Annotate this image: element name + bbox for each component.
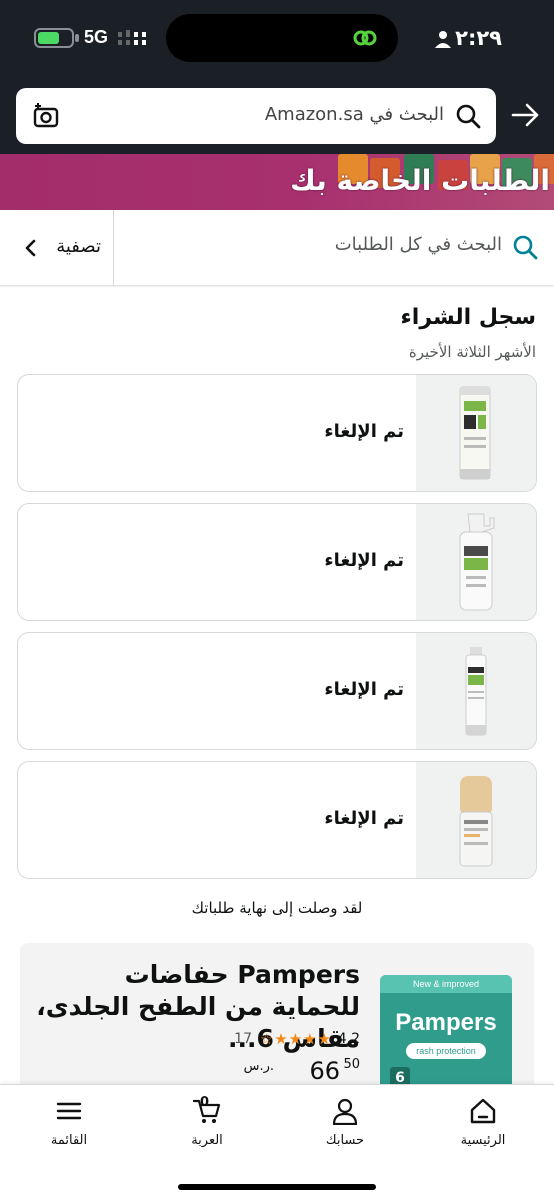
search-bar[interactable]: البحث في Amazon.sa <box>16 88 496 144</box>
orders-banner: الطلبات الخاصة بك <box>0 154 554 210</box>
link-icon <box>353 30 377 46</box>
order-status: تم الإلغاء <box>324 421 404 442</box>
home-icon <box>470 1098 496 1124</box>
product-thumbnail <box>416 633 536 749</box>
orders-filter-bar: تصفية البحث في كل الطلبات <box>0 210 554 286</box>
ad-price: ر.س. 66 50 <box>240 1057 360 1087</box>
signal-icon <box>118 30 146 45</box>
product-thumbnail <box>416 504 536 620</box>
orders-search-placeholder: البحث في كل الطلبات <box>334 234 502 255</box>
chevron-left-icon <box>25 239 36 257</box>
order-card[interactable]: تم الإلغاء <box>17 374 537 492</box>
search-icon <box>513 235 538 260</box>
menu-icon <box>56 1102 82 1120</box>
product-thumbnail <box>416 762 536 878</box>
price-currency: ر.س. <box>243 1059 274 1074</box>
battery-level-fill <box>38 32 59 44</box>
order-card[interactable]: تم الإلغاء <box>17 632 537 750</box>
ad-image-subtitle: rash protection <box>406 1043 486 1059</box>
nav-account[interactable]: حسابك <box>290 1097 400 1167</box>
ad-review-count: 17 <box>234 1031 252 1047</box>
search-input[interactable]: البحث في Amazon.sa <box>265 104 444 125</box>
tube-product-icon <box>459 386 491 480</box>
top-header: البحث في Amazon.sa <box>0 80 554 154</box>
nav-cart[interactable]: 0 العربة <box>152 1095 262 1167</box>
order-status: تم الإلغاء <box>324 808 404 829</box>
end-of-orders-message: لقد وصلت إلى نهاية طلباتك <box>191 899 363 917</box>
ad-product-image[interactable]: New & improved Pampers rash protection 6 <box>380 975 512 1093</box>
orders-content: سجل الشراء الأشهر الثلاثة الأخيرة تم الإ… <box>0 287 554 1093</box>
order-card[interactable]: تم الإلغاء <box>17 503 537 621</box>
foam-bottle-product-icon <box>459 513 495 611</box>
slim-tube-product-icon <box>465 647 487 736</box>
battery-icon <box>34 28 74 48</box>
filter-button[interactable]: تصفية <box>0 210 114 286</box>
nav-cart-label: العربة <box>191 1133 223 1148</box>
filter-label: تصفية <box>56 236 101 257</box>
section-title: سجل الشراء <box>400 305 536 330</box>
ad-image-brand: Pampers <box>395 1009 497 1036</box>
account-icon <box>332 1098 358 1125</box>
ad-rating-value: 4.2 <box>337 1031 360 1047</box>
star-rating-icon: ★★★★☆ <box>259 1030 332 1048</box>
nav-home[interactable]: الرئيسية <box>428 1097 538 1167</box>
status-time: ٢:٢٩ <box>455 26 502 50</box>
banner-title: الطلبات الخاصة بك <box>290 164 550 197</box>
product-thumbnail <box>416 375 536 491</box>
nav-account-label: حسابك <box>325 1133 365 1148</box>
nav-menu[interactable]: القائمة <box>14 1097 124 1167</box>
price-fraction: 50 <box>343 1057 360 1072</box>
section-subtitle: الأشهر الثلاثة الأخيرة <box>408 343 536 361</box>
order-card[interactable]: تم الإلغاء <box>17 761 537 879</box>
dynamic-island <box>166 14 398 62</box>
nav-home-label: الرئيسية <box>460 1133 506 1148</box>
search-icon[interactable] <box>454 102 482 130</box>
cart-count: 0 <box>200 1095 210 1110</box>
ad-rating-row[interactable]: 4.2 ★★★★☆ 17 <box>30 1030 360 1051</box>
price-whole: 66 <box>309 1057 340 1085</box>
sponsored-product-ad[interactable]: New & improved Pampers rash protection 6… <box>20 943 534 1093</box>
foundation-bottle-product-icon <box>459 776 493 867</box>
back-arrow-icon[interactable] <box>510 100 540 130</box>
order-status: تم الإلغاء <box>324 679 404 700</box>
nav-menu-label: القائمة <box>50 1133 88 1148</box>
bottom-navigation: القائمة 0 العربة حسابك الرئيسية <box>0 1084 554 1200</box>
ad-image-badge: New & improved <box>380 975 512 993</box>
order-status: تم الإلغاء <box>324 550 404 571</box>
orders-search-input[interactable]: البحث في كل الطلبات <box>138 232 538 262</box>
home-indicator[interactable] <box>178 1184 376 1190</box>
network-label: 5G <box>84 27 109 47</box>
battery-cap <box>75 34 79 42</box>
status-bar: 5G ٢:٢٩ <box>0 0 554 80</box>
camera-search-icon[interactable] <box>32 102 60 130</box>
person-icon <box>435 31 451 48</box>
